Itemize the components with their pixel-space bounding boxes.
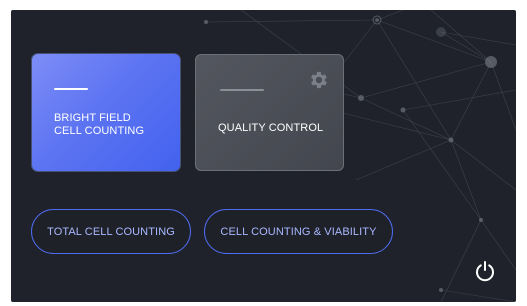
- total-cell-counting-button[interactable]: TOTAL CELL COUNTING: [31, 209, 191, 254]
- app-screen: BRIGHT FIELD CELL COUNTING QUALITY CONTR…: [11, 10, 516, 302]
- gear-icon: [311, 71, 327, 89]
- bright-field-cell-counting-tile[interactable]: BRIGHT FIELD CELL COUNTING: [32, 54, 180, 171]
- quality-control-tile[interactable]: QUALITY CONTROL: [195, 54, 344, 171]
- tile-accent-line: [220, 89, 264, 91]
- bright-field-cell-counting-label: BRIGHT FIELD CELL COUNTING: [54, 112, 145, 137]
- quality-control-label: QUALITY CONTROL: [218, 122, 324, 134]
- cell-counting-viability-button[interactable]: CELL COUNTING & VIABILITY: [204, 209, 393, 254]
- power-icon[interactable]: [473, 259, 497, 283]
- tile-accent-line: [54, 88, 88, 90]
